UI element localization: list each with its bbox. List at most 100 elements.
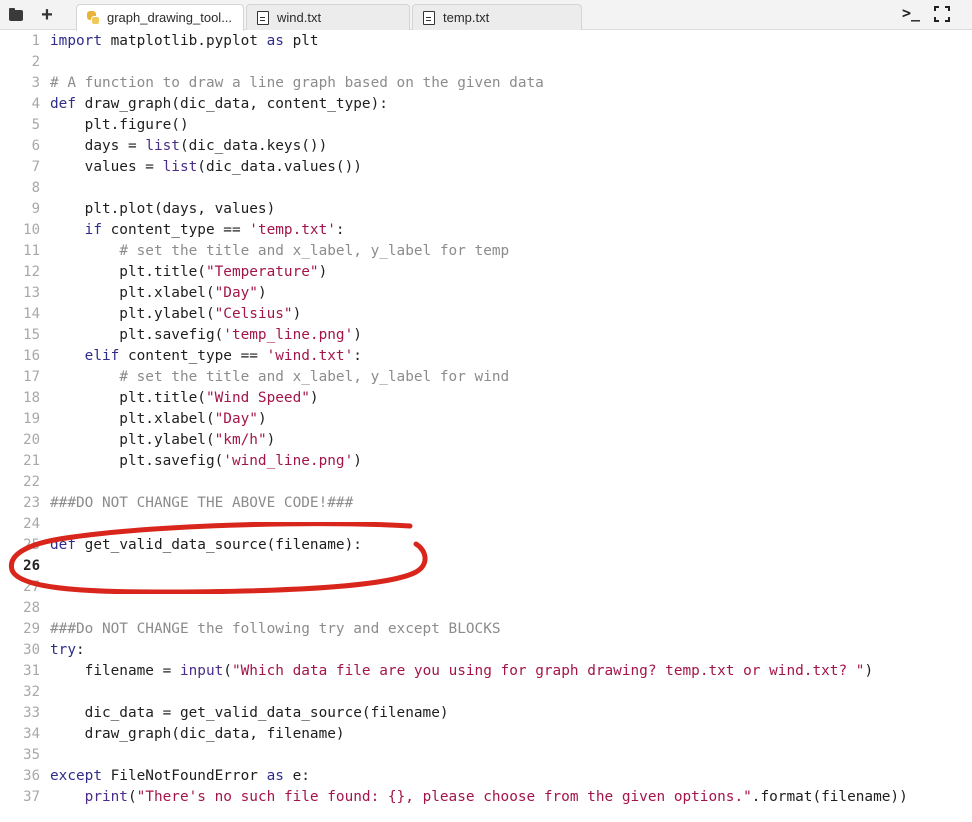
line-number: 14: [23, 306, 40, 322]
code-line[interactable]: 1 import matplotlib.pyplot as plt: [0, 31, 972, 52]
code-token: (: [223, 663, 232, 679]
tab-temp-txt[interactable]: temp.txt: [412, 4, 582, 30]
code-line[interactable]: 37 print("There's no such file found: {}…: [0, 787, 972, 808]
code-line[interactable]: 27: [0, 577, 972, 598]
code-token: "Temperature": [205, 264, 319, 280]
code-line[interactable]: 18 plt.title("Wind Speed"): [0, 388, 972, 409]
code-token: "Which data file are you using for graph…: [231, 663, 865, 679]
code-token: plt.title(: [50, 390, 206, 406]
code-text: plt.plot(days, values): [42, 199, 276, 220]
code-line[interactable]: 36 except FileNotFoundError as e:: [0, 766, 972, 787]
code-line[interactable]: 10 if content_type == 'temp.txt':: [0, 220, 972, 241]
code-token: "km/h": [214, 432, 267, 448]
code-token: filename =: [50, 663, 180, 679]
line-number: 19: [23, 411, 40, 427]
code-line[interactable]: 33 dic_data = get_valid_data_source(file…: [0, 703, 972, 724]
code-line[interactable]: 15 plt.savefig('temp_line.png'): [0, 325, 972, 346]
code-token: :: [335, 222, 345, 238]
code-token: def: [50, 537, 76, 553]
code-line[interactable]: 20 plt.ylabel("km/h"): [0, 430, 972, 451]
tab-wind-txt[interactable]: wind.txt: [246, 4, 410, 30]
code-text: # set the title and x_label, y_label for…: [42, 367, 509, 388]
code-token: :: [76, 642, 85, 658]
code-token: 'wind_line.png': [223, 453, 354, 469]
code-line[interactable]: 14 plt.ylabel("Celsius"): [0, 304, 972, 325]
code-text: def draw_graph(dic_data, content_type):: [42, 94, 388, 115]
code-token: plt.savefig(: [50, 327, 224, 343]
tab-graph-drawing-tool[interactable]: graph_drawing_tool...: [76, 4, 244, 31]
code-line[interactable]: 9 plt.plot(days, values): [0, 199, 972, 220]
code-text: draw_graph(dic_data, filename): [42, 724, 345, 745]
code-line[interactable]: 21 plt.savefig('wind_line.png'): [0, 451, 972, 472]
code-line[interactable]: 30 try:: [0, 640, 972, 661]
code-token: days =: [50, 138, 146, 154]
code-line[interactable]: 29 ###Do NOT CHANGE the following try and…: [0, 619, 972, 640]
code-line[interactable]: 8: [0, 178, 972, 199]
code-token: "Wind Speed": [205, 390, 310, 406]
tab-label: graph_drawing_tool...: [107, 10, 233, 25]
code-token: get_valid_data_source(filename):: [76, 537, 362, 553]
code-text: import matplotlib.pyplot as plt: [42, 31, 319, 52]
code-text: plt.title("Temperature"): [42, 262, 327, 283]
line-number: 11: [23, 243, 40, 259]
code-line[interactable]: 17 # set the title and x_label, y_label …: [0, 367, 972, 388]
code-line[interactable]: 3 # A function to draw a line graph based…: [0, 73, 972, 94]
line-number: 31: [23, 663, 40, 679]
code-line[interactable]: 12 plt.title("Temperature"): [0, 262, 972, 283]
new-tab-plus-icon[interactable]: +: [36, 4, 58, 26]
code-line[interactable]: 16 elif content_type == 'wind.txt':: [0, 346, 972, 367]
line-number: 1: [31, 33, 40, 49]
code-line[interactable]: 19 plt.xlabel("Day"): [0, 409, 972, 430]
code-token: if: [84, 222, 102, 238]
code-token: list: [145, 138, 180, 154]
code-text: ###Do NOT CHANGE the following try and e…: [42, 619, 501, 640]
code-line[interactable]: 25 def get_valid_data_source(filename):: [0, 535, 972, 556]
code-line[interactable]: 6 days = list(dic_data.keys()): [0, 136, 972, 157]
code-token: except: [50, 768, 102, 784]
line-number: 5: [31, 117, 40, 133]
code-text: plt.savefig('wind_line.png'): [42, 451, 362, 472]
code-line[interactable]: 31 filename = input("Which data file are…: [0, 661, 972, 682]
fullscreen-icon[interactable]: [934, 6, 950, 22]
code-token: ): [257, 411, 267, 427]
code-line[interactable]: 35: [0, 745, 972, 766]
code-line[interactable]: 28: [0, 598, 972, 619]
code-line[interactable]: 11 # set the title and x_label, y_label …: [0, 241, 972, 262]
code-line[interactable]: 24: [0, 514, 972, 535]
code-line[interactable]: 26: [0, 556, 972, 577]
code-line[interactable]: 22: [0, 472, 972, 493]
line-number: 28: [23, 600, 40, 616]
line-number: 16: [23, 348, 40, 364]
code-line[interactable]: 32: [0, 682, 972, 703]
code-line[interactable]: 4 def draw_graph(dic_data, content_type):: [0, 94, 972, 115]
code-token: ): [266, 432, 276, 448]
code-line[interactable]: 5 plt.figure(): [0, 115, 972, 136]
code-token: 'temp_line.png': [223, 327, 354, 343]
line-number: 15: [23, 327, 40, 343]
line-number: 18: [23, 390, 40, 406]
code-editor[interactable]: 1 import matplotlib.pyplot as plt 2 3 # A fu…: [0, 31, 972, 822]
code-text: filename = input("Which data file are yo…: [42, 661, 873, 682]
code-line[interactable]: 13 plt.xlabel("Day"): [0, 283, 972, 304]
code-line[interactable]: 2: [0, 52, 972, 73]
terminal-icon[interactable]: >_: [902, 4, 920, 22]
code-token: 'wind.txt': [266, 348, 354, 364]
line-number: 20: [23, 432, 40, 448]
code-token: def: [50, 96, 76, 112]
code-text: dic_data = get_valid_data_source(filenam…: [42, 703, 449, 724]
code-token: plt.ylabel(: [50, 306, 215, 322]
code-line[interactable]: 7 values = list(dic_data.values()): [0, 157, 972, 178]
code-line[interactable]: 34 draw_graph(dic_data, filename): [0, 724, 972, 745]
folder-icon[interactable]: [5, 4, 27, 26]
line-number: 32: [23, 684, 40, 700]
code-token: (: [127, 789, 137, 805]
code-token: "Day": [214, 411, 258, 427]
code-line[interactable]: 23 ###DO NOT CHANGE THE ABOVE CODE!###: [0, 493, 972, 514]
